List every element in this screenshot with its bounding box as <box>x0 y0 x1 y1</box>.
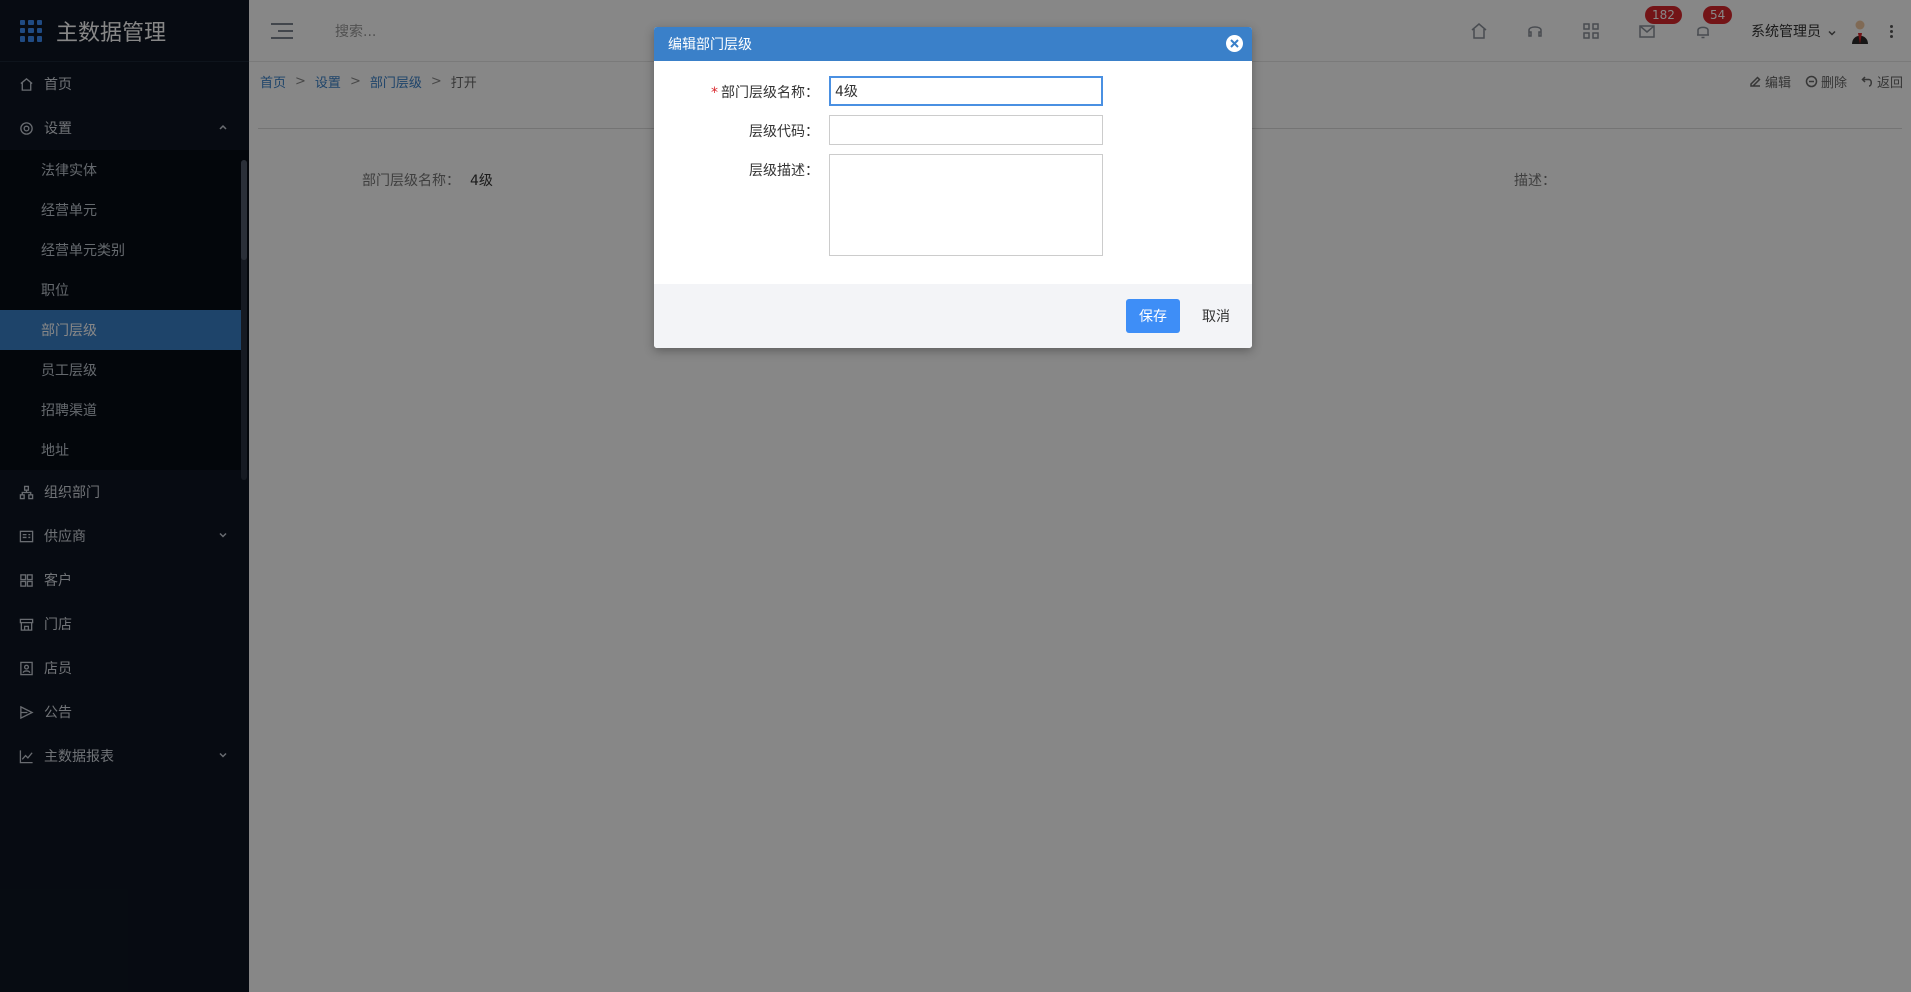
dialog-footer: 保存 取消 <box>654 284 1252 348</box>
level-code-input[interactable] <box>829 115 1103 145</box>
name-field-label: * 部门层级名称： <box>711 85 819 101</box>
level-description-textarea[interactable] <box>829 154 1103 256</box>
cancel-button[interactable]: 取消 <box>1202 306 1230 326</box>
department-level-name-input[interactable] <box>829 76 1103 106</box>
form-row-desc: 层级描述： <box>654 154 1252 256</box>
required-marker: * <box>711 85 718 101</box>
code-field-label: 层级代码： <box>749 124 819 140</box>
edit-department-level-dialog: 编辑部门层级 *部门层级名称： 层级代码： 层级描述： 保存 取消 <box>654 27 1252 348</box>
desc-field-label: 层级描述： <box>749 163 819 179</box>
form-row-name: * 部门层级名称： <box>654 76 1252 106</box>
dialog-title: 编辑部门层级 <box>668 37 752 53</box>
close-icon <box>1230 39 1239 48</box>
dialog-body: *部门层级名称： 层级代码： 层级描述： <box>654 61 1252 279</box>
close-button[interactable] <box>1226 35 1243 52</box>
dialog-header: 编辑部门层级 <box>654 27 1252 61</box>
form-row-code: 层级代码： <box>654 115 1252 145</box>
save-button[interactable]: 保存 <box>1126 299 1180 333</box>
